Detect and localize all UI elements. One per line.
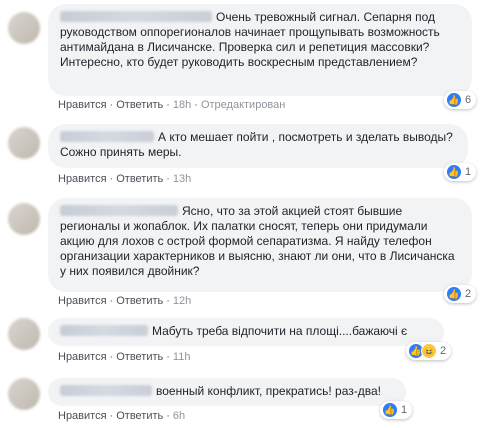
haha-icon: 😆 bbox=[421, 343, 437, 359]
reaction-summary[interactable]: 👍 1 bbox=[444, 163, 477, 181]
reaction-count: 1 bbox=[465, 166, 472, 178]
reply-button[interactable]: Ответить bbox=[116, 99, 163, 111]
comment-bubble: А кто мешает пойти , посмотреть и зделат… bbox=[48, 124, 468, 168]
comment-text: военный конфликт, прекратись! раз-два! bbox=[156, 384, 381, 398]
comment-bubble: Ясно, что за этой акцией стоят бывшие ре… bbox=[48, 198, 472, 292]
reaction-count: 2 bbox=[465, 288, 472, 300]
reaction-summary[interactable]: 👍 2 bbox=[444, 285, 477, 303]
like-button[interactable]: Нравится bbox=[58, 295, 107, 307]
avatar[interactable] bbox=[8, 127, 40, 159]
edited-label[interactable]: Отредактирован bbox=[201, 99, 285, 111]
like-icon: 👍 bbox=[446, 286, 462, 302]
like-button[interactable]: Нравится bbox=[58, 410, 107, 422]
timestamp[interactable]: 12h bbox=[173, 295, 191, 307]
like-icon: 👍 bbox=[446, 164, 462, 180]
comment-text: Мабуть треба відпочити на площі....бажаю… bbox=[152, 324, 408, 338]
author-name[interactable] bbox=[60, 11, 212, 22]
like-button[interactable]: Нравится bbox=[58, 99, 107, 111]
like-button[interactable]: Нравится bbox=[58, 351, 107, 363]
reply-button[interactable]: Ответить bbox=[116, 295, 163, 307]
reply-button[interactable]: Ответить bbox=[116, 173, 163, 185]
reaction-summary[interactable]: 👍 1 bbox=[380, 401, 413, 419]
like-icon: 👍 bbox=[446, 92, 462, 108]
avatar[interactable] bbox=[8, 378, 40, 410]
reaction-count: 2 bbox=[440, 345, 447, 357]
avatar[interactable] bbox=[8, 203, 40, 235]
author-name[interactable] bbox=[60, 385, 152, 396]
reaction-summary[interactable]: 👍 😆 2 bbox=[406, 342, 452, 360]
timestamp[interactable]: 13h bbox=[173, 173, 191, 185]
comment-bubble: Очень тревожный сигнал. Сепарня под руко… bbox=[48, 4, 472, 96]
comment-actions: Нравится · Ответить · 13h bbox=[58, 173, 192, 185]
avatar[interactable] bbox=[8, 12, 40, 44]
author-name[interactable] bbox=[60, 131, 154, 142]
reaction-count: 6 bbox=[465, 94, 472, 106]
comment-actions: Нравится · Ответить · 18h · Отредактирован bbox=[58, 99, 286, 111]
like-icon: 👍 bbox=[382, 402, 398, 418]
reaction-summary[interactable]: 👍 6 bbox=[444, 91, 477, 109]
avatar[interactable] bbox=[8, 318, 40, 350]
like-button[interactable]: Нравится bbox=[58, 173, 107, 185]
reaction-count: 1 bbox=[401, 404, 408, 416]
comment-bubble: военный конфликт, прекратись! раз-два! bbox=[48, 378, 406, 406]
reply-button[interactable]: Ответить bbox=[116, 410, 163, 422]
comment-actions: Нравится · Ответить · 11h bbox=[58, 351, 191, 363]
comment-actions: Нравится · Ответить · 6h bbox=[58, 410, 186, 422]
timestamp[interactable]: 11h bbox=[173, 351, 191, 363]
comment-bubble: Мабуть треба відпочити на площі....бажаю… bbox=[48, 318, 444, 346]
comment-actions: Нравится · Ответить · 12h bbox=[58, 295, 192, 307]
timestamp[interactable]: 18h bbox=[173, 99, 191, 111]
author-name[interactable] bbox=[60, 205, 178, 216]
timestamp[interactable]: 6h bbox=[173, 410, 185, 422]
author-name[interactable] bbox=[60, 325, 148, 336]
reply-button[interactable]: Ответить bbox=[116, 351, 163, 363]
